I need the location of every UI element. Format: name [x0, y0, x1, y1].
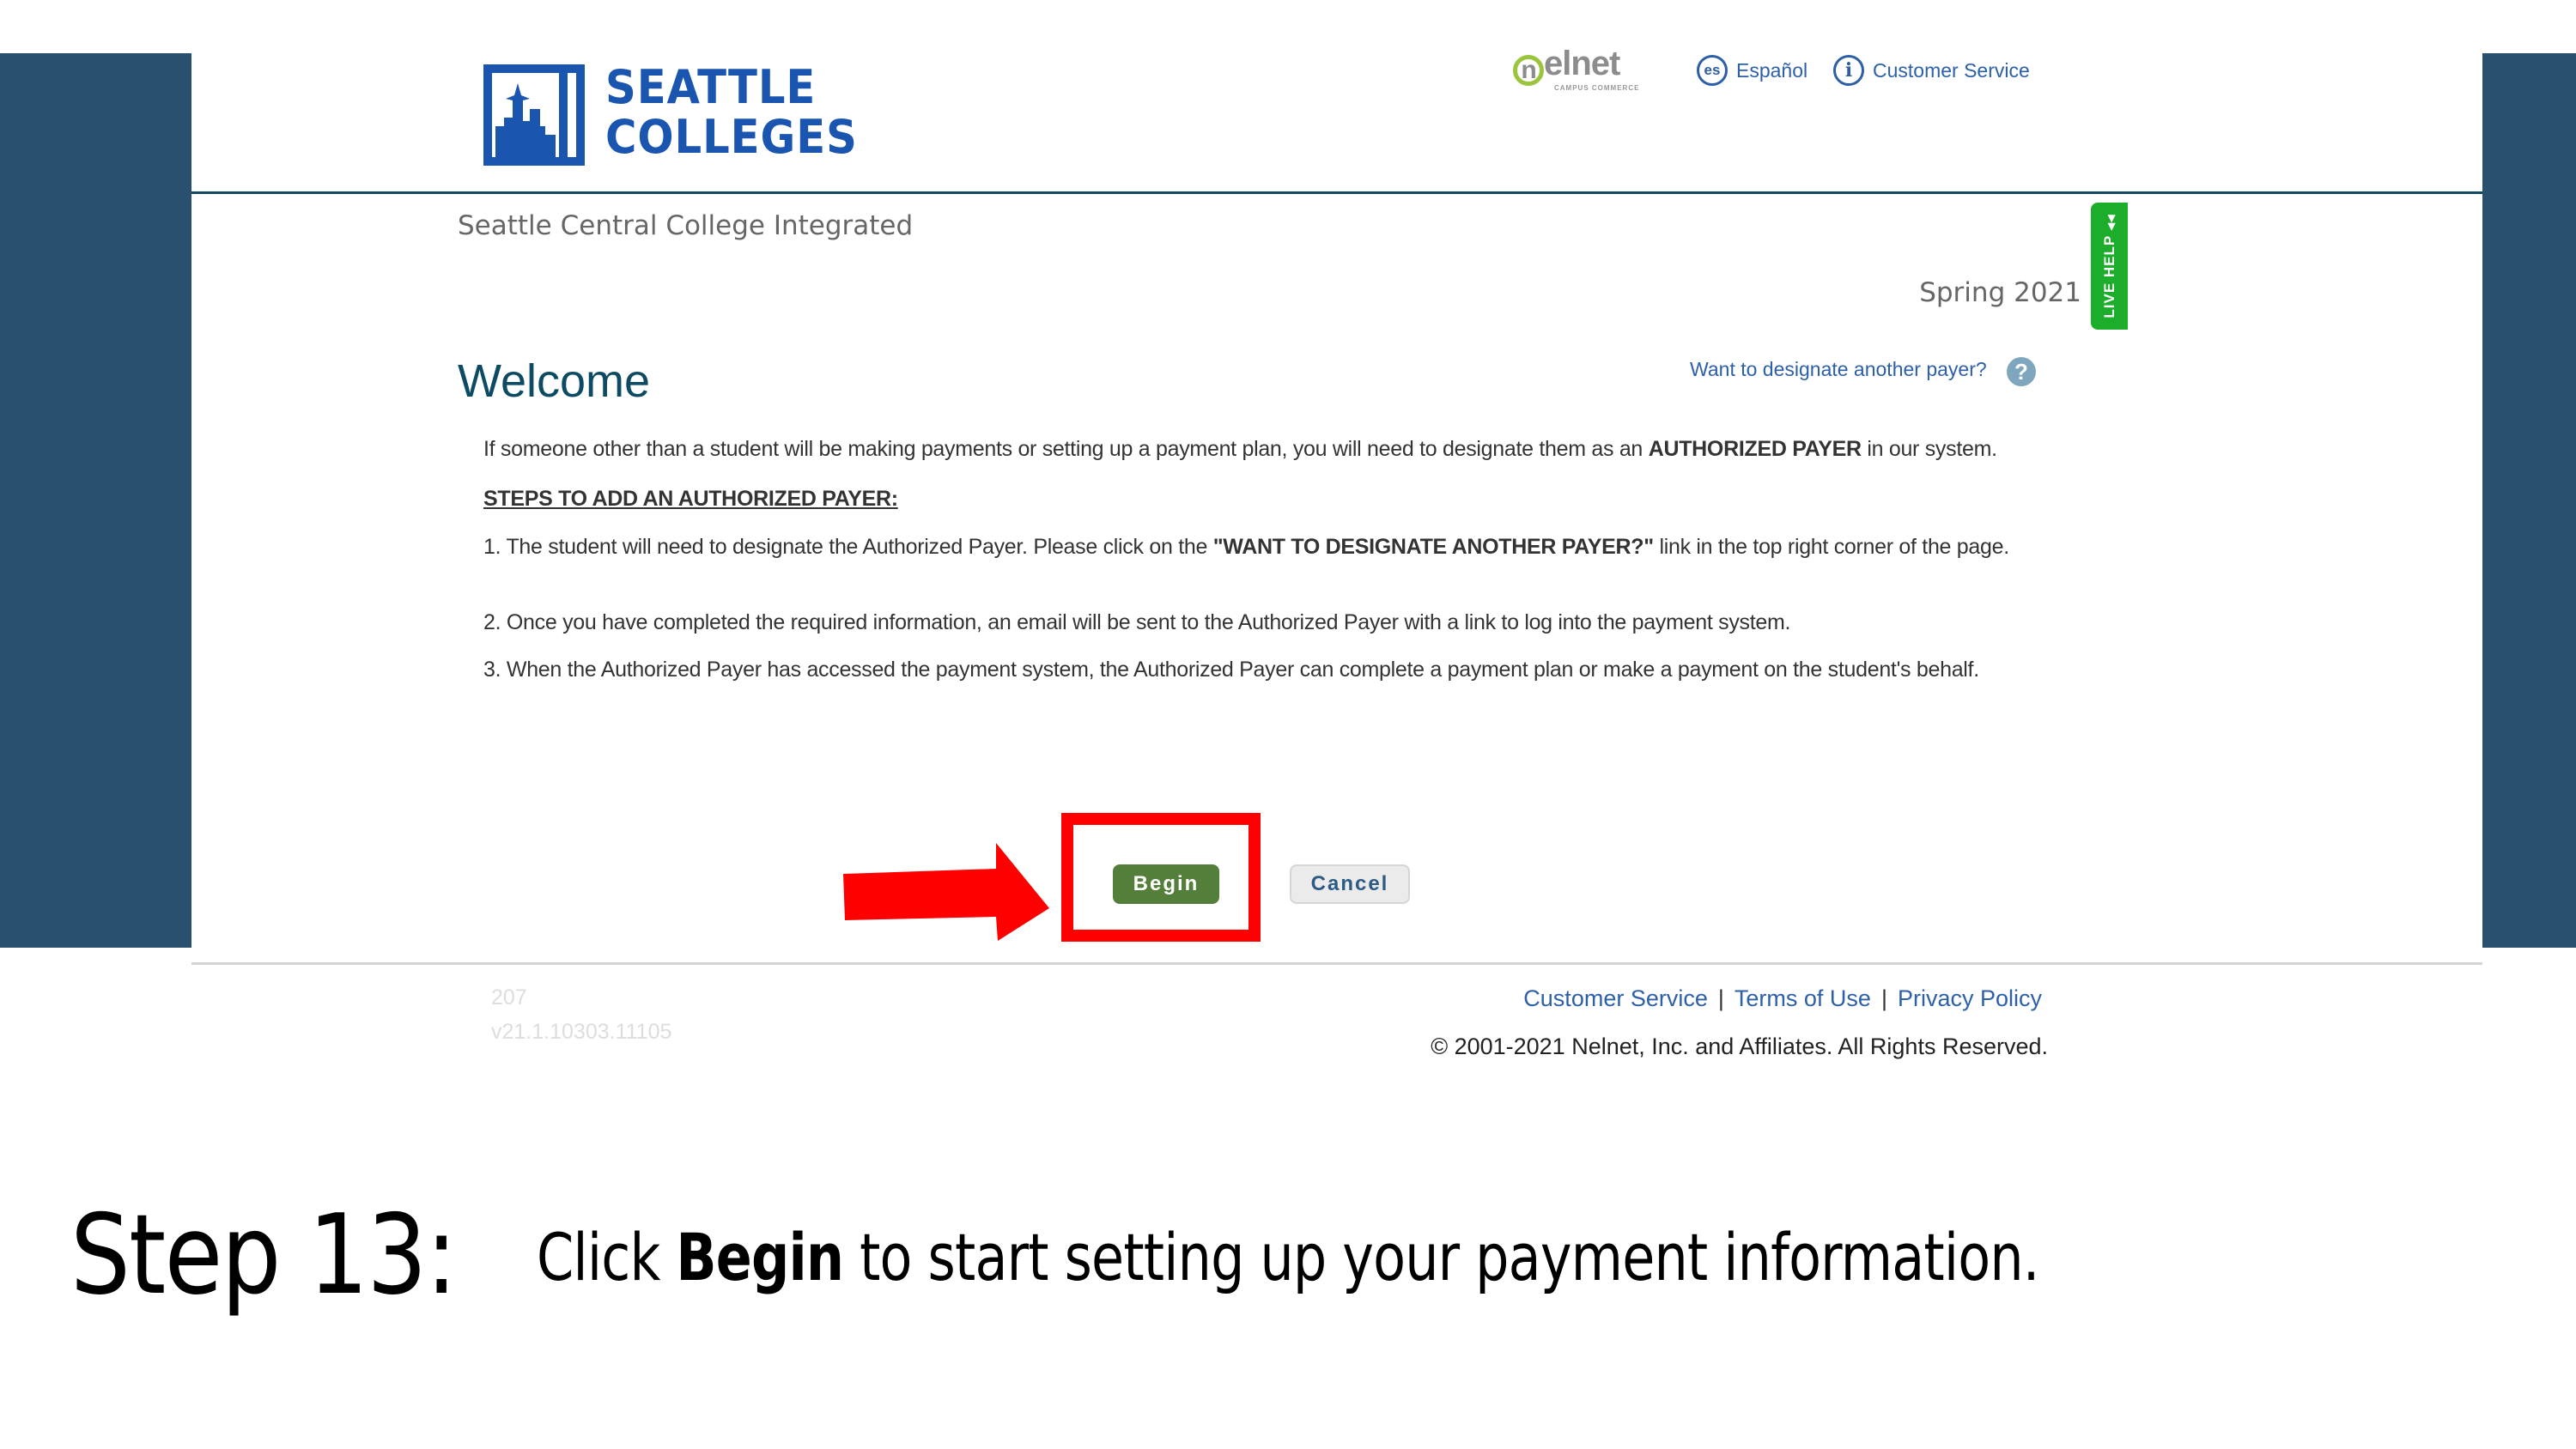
espanol-label: Español	[1736, 58, 1808, 82]
institution-name: Seattle Central College Integrated	[458, 210, 914, 241]
footer-page-number: 207	[491, 985, 527, 1009]
nelnet-wordmark: elnet	[1544, 45, 1620, 82]
intro-paragraph: If someone other than a student will be …	[483, 437, 1997, 461]
live-help-tab[interactable]: LIVE HELP ◀◀	[2091, 203, 2128, 330]
nelnet-ring-icon: n	[1513, 55, 1544, 86]
authorized-payer-emphasis: AUTHORIZED PAYER	[1648, 437, 1862, 461]
seattle-colleges-logo[interactable]: SEATTLE COLLEGES	[483, 63, 866, 167]
step-item-1: 1. The student will need to designate th…	[483, 535, 2009, 559]
red-arrow-annotation	[843, 843, 1049, 941]
espanol-link[interactable]: es Español	[1697, 54, 1807, 87]
begin-emphasis: Begin	[676, 1219, 844, 1295]
nelnet-logo: n elnet CAMPUS COMMERCE	[1513, 45, 1650, 96]
footer-privacy-link[interactable]: Privacy Policy	[1898, 985, 2042, 1011]
footer-customer-service-link[interactable]: Customer Service	[1523, 985, 1708, 1011]
logo-line-1: SEATTLE	[605, 60, 817, 114]
nelnet-subtitle: CAMPUS COMMERCE	[1554, 84, 1640, 92]
live-help-label: LIVE HELP ◀◀	[2100, 214, 2117, 318]
expand-arrows-icon: ◀◀	[2105, 214, 2117, 231]
step-number-label: Step 13:	[70, 1191, 458, 1319]
begin-button[interactable]: Begin	[1113, 864, 1219, 904]
logo-wordmark: SEATTLE COLLEGES	[605, 63, 858, 162]
step-instruction-text: Click Begin to start setting up your pay…	[537, 1219, 2039, 1295]
logo-line-2: COLLEGES	[605, 110, 858, 164]
customer-service-link-header[interactable]: i Customer Service	[1833, 54, 2030, 87]
cancel-button[interactable]: Cancel	[1290, 864, 1410, 904]
footer-version: v21.1.10303.11105	[491, 1020, 672, 1044]
footer-separator: |	[1880, 985, 1887, 1011]
info-icon: i	[1833, 55, 1864, 86]
footer-divider	[191, 962, 2482, 965]
step-item-3: 3. When the Authorized Payer has accesse…	[483, 658, 1979, 682]
steps-heading: STEPS TO ADD AN AUTHORIZED PAYER:	[483, 487, 898, 511]
footer-separator: |	[1717, 985, 1724, 1011]
left-side-panel	[0, 53, 191, 948]
page-title: Welcome	[458, 355, 651, 407]
step-item-2: 2. Once you have completed the required …	[483, 610, 1791, 634]
header-divider	[191, 191, 2482, 194]
language-es-icon: es	[1697, 55, 1728, 86]
designate-payer-link[interactable]: Want to designate another payer?	[1690, 358, 1987, 381]
right-side-panel	[2482, 53, 2576, 948]
copyright-text: © 2001-2021 Nelnet, Inc. and Affiliates.…	[1431, 1034, 2048, 1059]
footer-terms-link[interactable]: Terms of Use	[1735, 985, 1871, 1011]
space-needle-skyline-icon	[483, 64, 585, 166]
customer-service-label: Customer Service	[1873, 58, 2030, 82]
footer-links: Customer Service | Terms of Use | Privacy Po…	[1523, 985, 2042, 1012]
help-question-icon[interactable]: ?	[2007, 357, 2036, 386]
term-label: Spring 2021	[1919, 277, 2081, 308]
